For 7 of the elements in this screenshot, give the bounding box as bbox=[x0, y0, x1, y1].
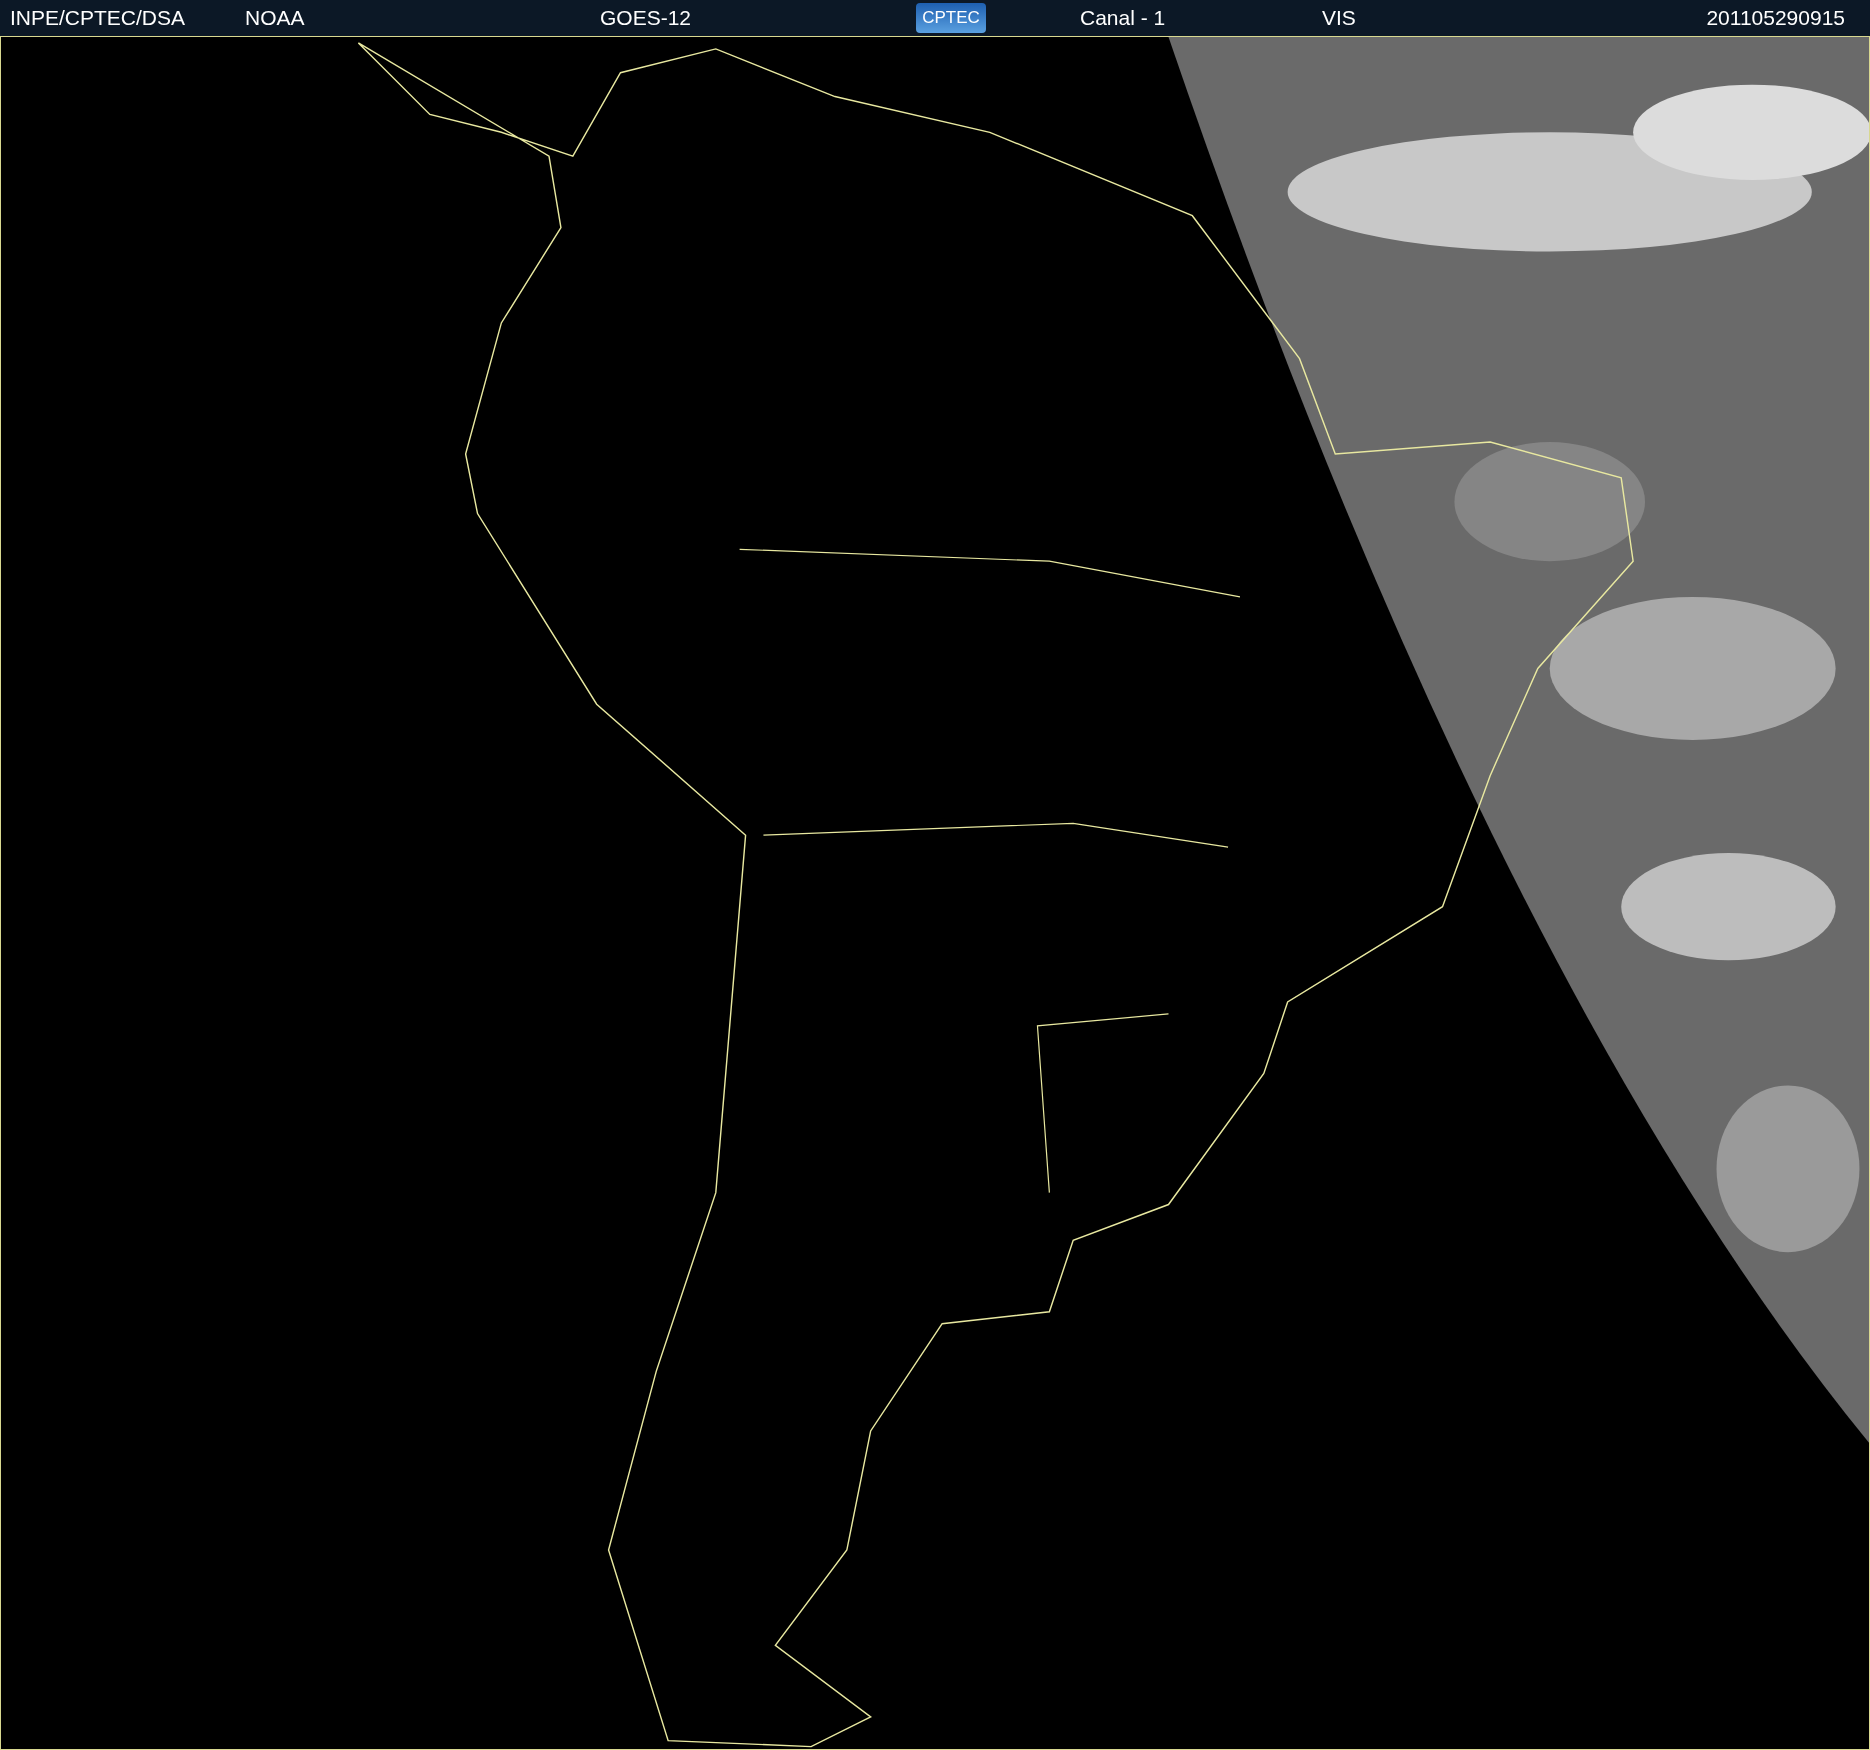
header-label: GOES-12 bbox=[600, 6, 692, 30]
logo: CPTEC bbox=[916, 3, 986, 33]
header-label: Canal - 1 bbox=[1080, 6, 1166, 30]
header-label: VIS bbox=[1322, 6, 1356, 30]
header-label: INPE/CPTEC/DSA bbox=[10, 6, 186, 30]
header-label: 201105290915 bbox=[1706, 6, 1845, 30]
header-label: NOAA bbox=[245, 6, 305, 30]
